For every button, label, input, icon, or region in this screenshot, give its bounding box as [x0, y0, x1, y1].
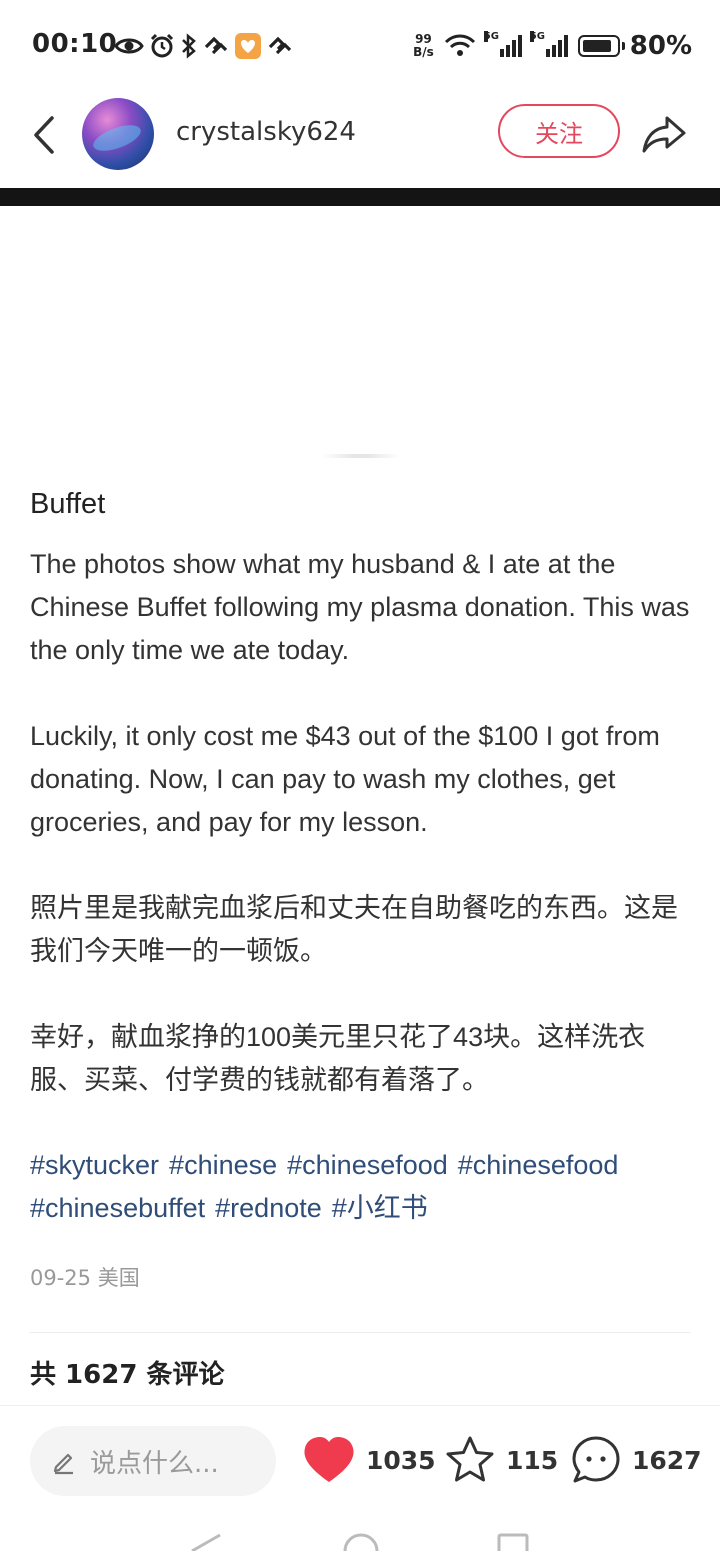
wifi-icon: [444, 34, 475, 56]
comment-bubble-icon: [572, 1436, 620, 1483]
post-image-top-edge: [0, 188, 720, 206]
bottom-action-bar: 说点什么... 1035 115 1627: [0, 1405, 720, 1516]
hashtag-link[interactable]: #chinesefood: [458, 1150, 619, 1180]
system-navigation-bar: [0, 1515, 720, 1551]
hashtag-link[interactable]: #小红书: [332, 1193, 428, 1223]
hashtag-link[interactable]: #chinesebuffet: [30, 1193, 205, 1223]
signal-icon-sim1: 5G: [483, 31, 522, 57]
follow-button[interactable]: 关注: [498, 104, 620, 158]
nav-home-icon[interactable]: [342, 1533, 380, 1551]
post-paragraph: Luckily, it only cost me $43 out of the …: [30, 721, 660, 837]
post-image-carousel[interactable]: [0, 206, 720, 450]
post-header: crystalsky624 关注: [0, 92, 720, 188]
post-paragraph: 幸好，献血浆挣的100美元里只花了43块。这样洗衣服、买菜、付学费的钱就都有着落…: [30, 1022, 646, 1095]
post-date: 09-25: [30, 1266, 92, 1290]
post-meta: 09-25 美国: [30, 1262, 140, 1292]
nav-recents-icon[interactable]: [496, 1533, 530, 1551]
app-notification-icon: [268, 36, 292, 55]
hashtag-link[interactable]: #rednote: [215, 1193, 322, 1223]
battery-percent: 80%: [629, 31, 692, 61]
post-title: Buffet: [30, 488, 106, 520]
carousel-indicator: [322, 454, 400, 458]
post-body: The photos show what my husband & I ate …: [30, 543, 698, 1102]
post-tags: #skytucker #chinese #chinesefood #chinesefo…: [30, 1144, 698, 1230]
alarm-icon: [150, 33, 174, 58]
comment-input-placeholder: 说点什么...: [90, 1448, 219, 1479]
post-location: 美国: [97, 1266, 140, 1290]
pencil-icon: [53, 1453, 73, 1475]
hashtag-link[interactable]: #skytucker: [30, 1150, 159, 1180]
hashtag-link[interactable]: #chinese: [169, 1150, 277, 1180]
star-icon: [446, 1436, 494, 1482]
comment-count: 1627: [632, 1445, 702, 1475]
status-bar: 00:10 99 B/s 5G 5G 80%: [0, 0, 720, 92]
bluetooth-icon: [182, 33, 196, 59]
status-left-icons: [114, 30, 293, 62]
app-notification-icon: [204, 36, 228, 55]
eye-icon: [114, 38, 144, 54]
like-button[interactable]: 1035: [302, 1430, 436, 1490]
status-right-icons: 99 B/s 5G 5G 80%: [413, 28, 692, 64]
signal-icon-sim2: 5G: [529, 31, 568, 57]
divider: [30, 1332, 690, 1333]
network-speed: 99 B/s: [413, 32, 434, 59]
share-icon[interactable]: [640, 110, 688, 158]
comments-count-header: 共 1627 条评论: [30, 1360, 225, 1390]
heart-app-icon: [235, 33, 261, 59]
battery-icon: [577, 35, 625, 57]
back-arrow-icon[interactable]: [26, 112, 66, 158]
like-count: 1035: [366, 1445, 436, 1475]
comment-input[interactable]: 说点什么...: [30, 1426, 276, 1496]
nav-back-icon[interactable]: [186, 1533, 226, 1551]
post-paragraph: The photos show what my husband & I ate …: [30, 549, 690, 665]
post-paragraph: 照片里是我献完血浆后和丈夫在自助餐吃的东西。这是我们今天唯一的一顿饭。: [30, 893, 678, 966]
heart-icon: [304, 1437, 354, 1482]
favorite-count: 115: [506, 1445, 559, 1475]
status-time: 00:10: [32, 29, 118, 59]
avatar[interactable]: [82, 98, 154, 170]
hashtag-link[interactable]: #chinesefood: [287, 1150, 448, 1180]
favorite-button[interactable]: 115: [444, 1430, 558, 1490]
comment-button[interactable]: 1627: [570, 1430, 702, 1490]
author-username[interactable]: crystalsky624: [176, 117, 356, 147]
